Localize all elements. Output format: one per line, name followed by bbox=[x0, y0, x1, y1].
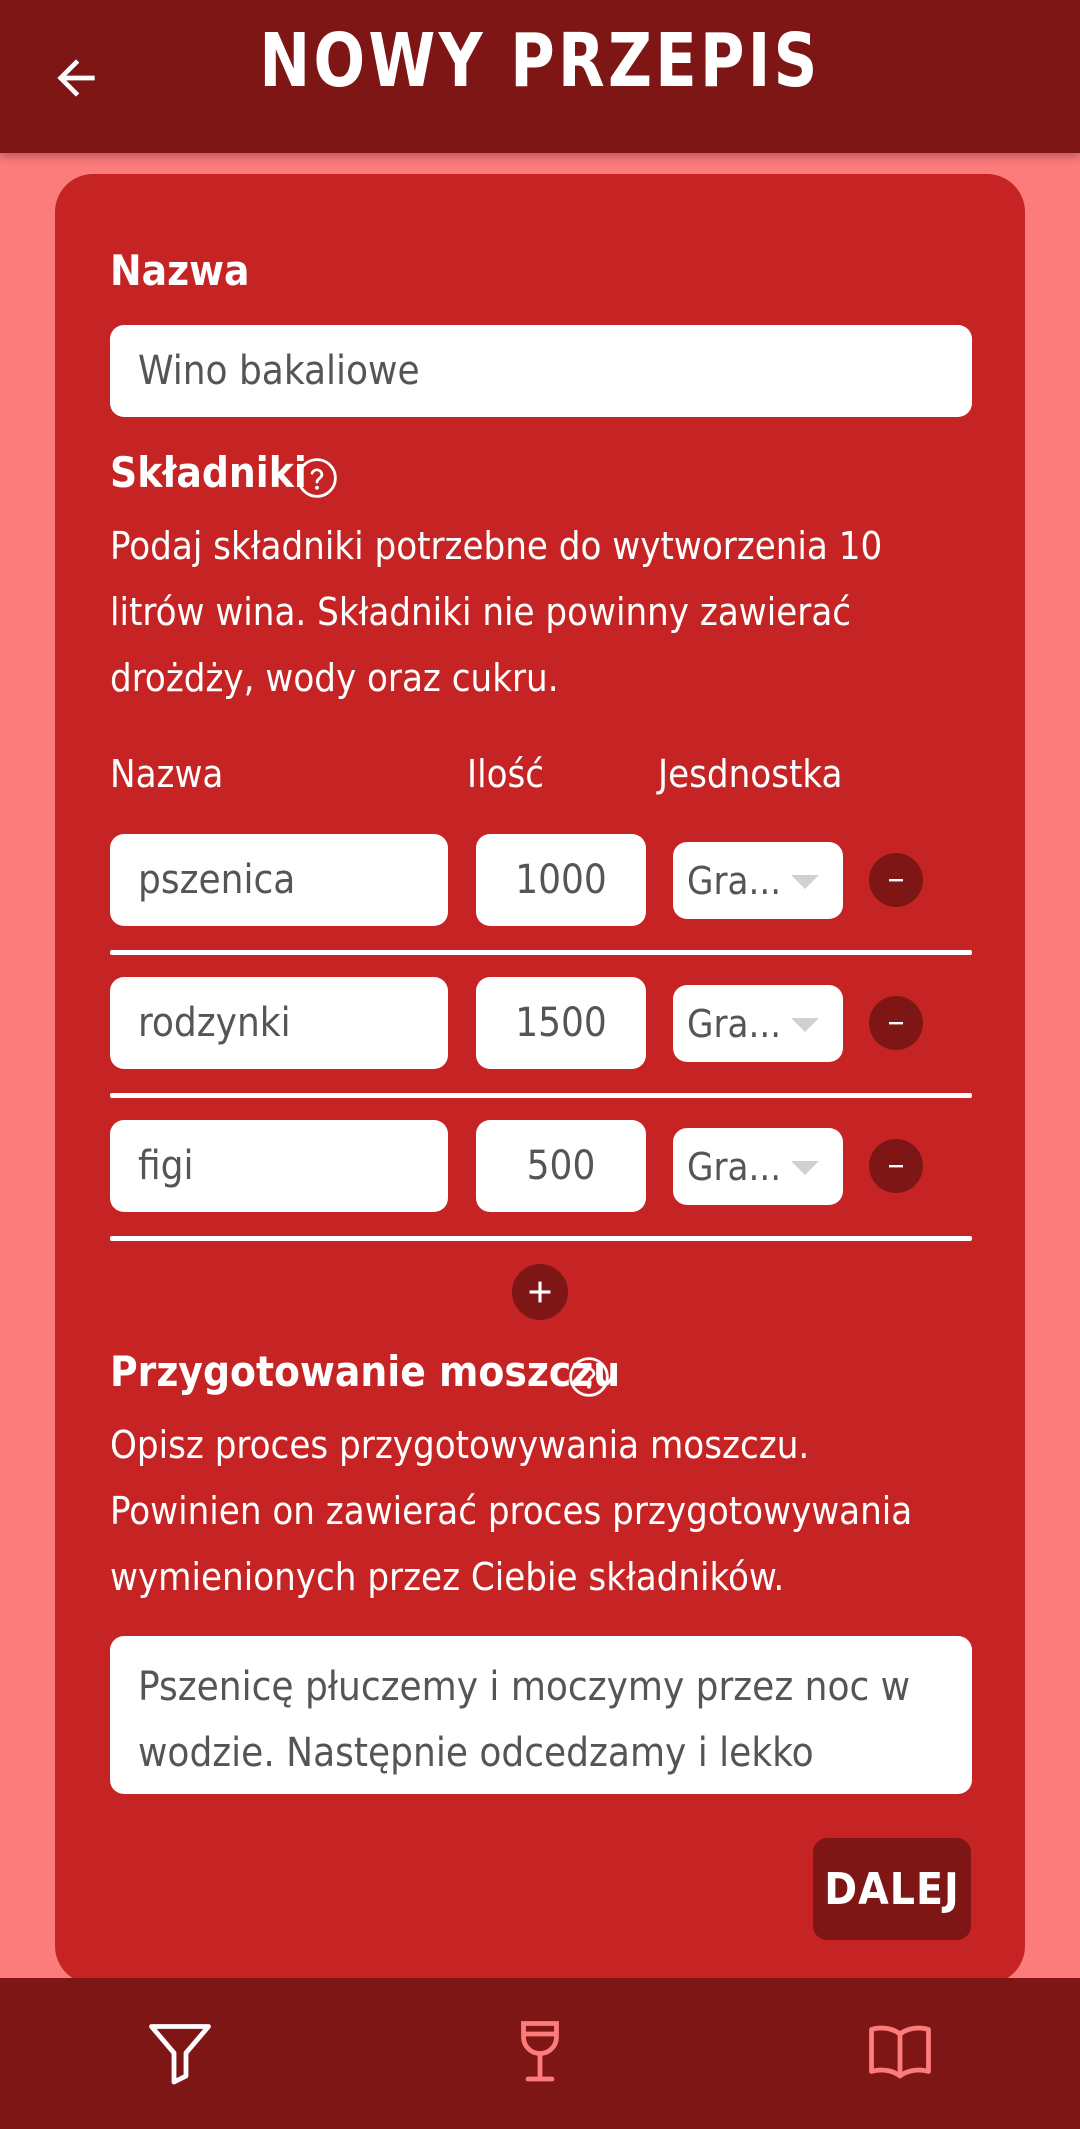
remove-ingredient-button[interactable] bbox=[869, 996, 923, 1050]
column-name-header: Nazwa bbox=[110, 752, 224, 796]
unit-select-value: Gra... bbox=[687, 1144, 782, 1189]
ingredient-unit-select[interactable]: Gra... bbox=[673, 842, 843, 919]
must-preparation-description: Opisz proces przygotowywania moszczu. Po… bbox=[110, 1423, 913, 1599]
help-icon[interactable] bbox=[568, 1356, 610, 1398]
book-icon bbox=[869, 2025, 931, 2079]
name-label: Nazwa bbox=[110, 246, 250, 295]
unit-select-value: Gra... bbox=[687, 1001, 782, 1046]
row-divider bbox=[110, 1093, 972, 1098]
ingredient-qty-input[interactable]: 1500 bbox=[476, 977, 646, 1069]
must-preparation-textarea[interactable]: Pszenicę płuczemy i moczymy przez noc w … bbox=[110, 1636, 972, 1794]
nav-filter[interactable] bbox=[130, 2002, 230, 2102]
ingredient-name-input[interactable]: figi bbox=[110, 1120, 448, 1212]
ingredient-name-input[interactable]: rodzynki bbox=[110, 977, 448, 1069]
remove-ingredient-button[interactable] bbox=[869, 853, 923, 907]
dropdown-caret-icon bbox=[791, 875, 819, 889]
arrow-left-icon bbox=[57, 59, 95, 97]
plus-icon bbox=[529, 1281, 551, 1303]
ingredient-qty-input[interactable]: 1000 bbox=[476, 834, 646, 926]
help-icon[interactable] bbox=[296, 457, 338, 499]
next-button[interactable]: DALEJ bbox=[813, 1838, 971, 1940]
minus-icon bbox=[889, 1022, 903, 1025]
minus-icon bbox=[889, 1165, 903, 1168]
ingredients-label: Składniki bbox=[110, 448, 307, 497]
row-divider bbox=[110, 1236, 972, 1241]
app-bar: NOWY PRZEPIS bbox=[0, 0, 1080, 153]
filter-icon bbox=[149, 2024, 211, 2085]
add-ingredient-button[interactable] bbox=[512, 1264, 568, 1320]
nav-recipes[interactable] bbox=[850, 2002, 950, 2102]
dropdown-caret-icon bbox=[791, 1018, 819, 1032]
ingredient-unit-select[interactable]: Gra... bbox=[673, 1128, 843, 1205]
dropdown-caret-icon bbox=[791, 1161, 819, 1175]
must-preparation-label: Przygotowanie moszczu bbox=[110, 1347, 621, 1396]
ingredient-qty-input[interactable]: 500 bbox=[476, 1120, 646, 1212]
unit-select-value: Gra... bbox=[687, 858, 782, 903]
recipe-name-input[interactable]: Wino bakaliowe bbox=[110, 325, 972, 417]
row-divider bbox=[110, 950, 972, 955]
column-qty-header: Ilość bbox=[467, 752, 545, 796]
page-title: NOWY PRZEPIS bbox=[259, 18, 821, 104]
column-unit-header: Jesdnostka bbox=[658, 752, 843, 796]
bottom-navigation bbox=[0, 1978, 1080, 2129]
nav-wine[interactable] bbox=[490, 2002, 590, 2102]
ingredient-unit-select[interactable]: Gra... bbox=[673, 985, 843, 1062]
minus-icon bbox=[889, 879, 903, 882]
remove-ingredient-button[interactable] bbox=[869, 1139, 923, 1193]
ingredient-name-input[interactable]: pszenica bbox=[110, 834, 448, 926]
ingredients-description: Podaj składniki potrzebne do wytworzenia… bbox=[110, 524, 883, 700]
wine-glass-icon bbox=[521, 2021, 559, 2082]
